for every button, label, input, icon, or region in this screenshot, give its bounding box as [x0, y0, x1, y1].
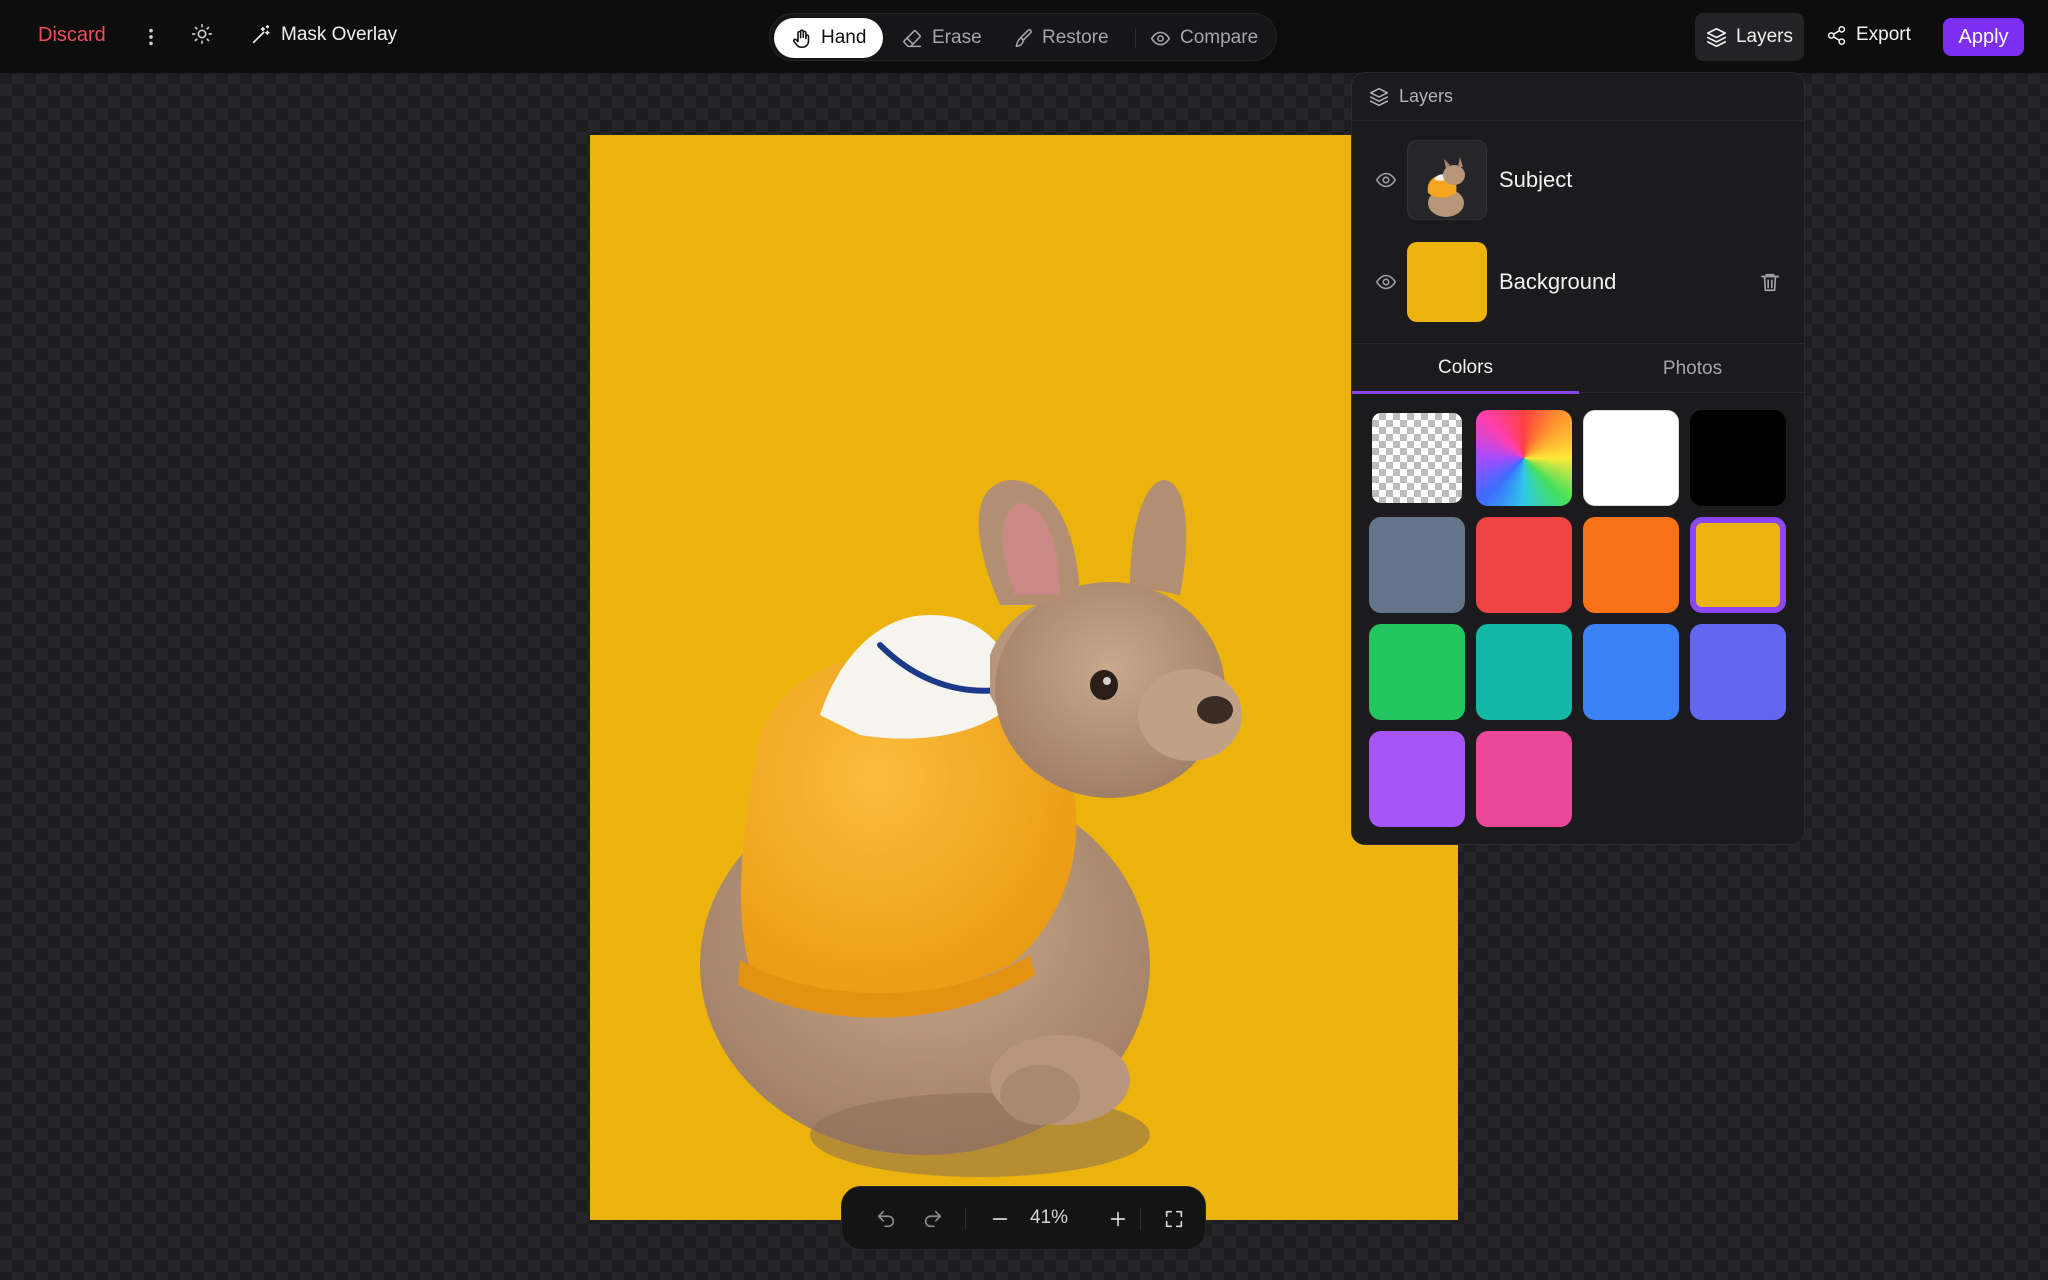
background-visibility-toggle[interactable]	[1375, 271, 1397, 293]
zoom-in-button[interactable]	[1104, 1205, 1132, 1233]
eraser-icon	[903, 29, 922, 47]
eye-icon	[1376, 172, 1396, 188]
background-thumbnail	[1407, 242, 1487, 322]
layer-row-subject[interactable]: Subject	[1352, 140, 1804, 220]
swatch-rainbow[interactable]	[1476, 410, 1572, 506]
swatch-slate[interactable]	[1369, 517, 1465, 613]
export-button[interactable]: Export	[1826, 24, 1911, 46]
swatch-green[interactable]	[1369, 624, 1465, 720]
mode-divider	[1135, 28, 1136, 48]
tab-photos-label: Photos	[1662, 358, 1723, 379]
swatch-blue[interactable]	[1583, 624, 1679, 720]
swatch-orange[interactable]	[1583, 517, 1679, 613]
compare-mode-label: Compare	[1180, 27, 1259, 48]
swatch-black[interactable]	[1690, 410, 1786, 506]
compare-mode-button[interactable]: Compare	[1150, 18, 1258, 58]
eye-icon	[1376, 274, 1396, 290]
zoom-divider	[965, 1208, 966, 1230]
discard-button[interactable]: Discard	[38, 24, 106, 47]
tab-colors-label: Colors	[1438, 356, 1493, 378]
apply-label: Apply	[1958, 25, 2009, 48]
layers-icon	[1369, 87, 1389, 106]
hand-mode-button[interactable]: Hand	[774, 18, 884, 58]
subject-thumbnail	[1407, 140, 1487, 220]
minus-icon	[992, 1218, 1008, 1220]
erase-mode-button[interactable]: Erase	[902, 18, 982, 58]
layer-name-background: Background	[1499, 269, 1617, 294]
swatch-purple[interactable]	[1369, 731, 1465, 827]
fit-screen-button[interactable]	[1160, 1205, 1188, 1233]
tool-mode-switcher: Hand Erase Restore Compare	[769, 13, 1277, 61]
apply-button[interactable]: Apply	[1943, 18, 2024, 56]
layers-icon	[1706, 27, 1727, 47]
hand-mode-label: Hand	[821, 27, 867, 48]
hand-icon	[793, 28, 810, 48]
background-source-tabs: Colors Photos	[1352, 343, 1804, 394]
magic-wand-icon	[252, 25, 270, 44]
export-label: Export	[1856, 24, 1911, 45]
layers-panel-title: Layers	[1399, 86, 1454, 106]
more-vertical-icon	[149, 28, 153, 46]
restore-mode-label: Restore	[1042, 27, 1109, 48]
undo-button[interactable]	[872, 1205, 900, 1233]
subject-dog-image	[700, 480, 1242, 1177]
swatch-pink[interactable]	[1476, 731, 1572, 827]
layer-name-subject: Subject	[1499, 167, 1573, 192]
share-icon	[1827, 25, 1846, 45]
zoom-out-button[interactable]	[986, 1205, 1014, 1233]
brush-icon	[1015, 28, 1032, 47]
layer-row-background[interactable]: Background	[1352, 242, 1804, 322]
restore-mode-button[interactable]: Restore	[1012, 18, 1109, 58]
editor-canvas[interactable]	[590, 135, 1458, 1220]
zoom-divider	[1140, 1208, 1141, 1230]
trash-icon	[1760, 273, 1780, 292]
swatch-teal[interactable]	[1476, 624, 1572, 720]
swatch-white[interactable]	[1583, 410, 1679, 506]
top-toolbar: Discard Mask Overlay Hand Erase Restore …	[0, 0, 2048, 74]
mask-overlay-button[interactable]: Mask Overlay	[250, 24, 397, 46]
subject-visibility-toggle[interactable]	[1375, 169, 1397, 191]
redo-button[interactable]	[919, 1205, 947, 1233]
plus-icon	[1110, 1211, 1126, 1227]
zoom-toolbar: 41%	[841, 1186, 1206, 1250]
swatch-transparent[interactable]	[1369, 410, 1465, 506]
tab-colors[interactable]: Colors	[1352, 344, 1579, 394]
swatch-indigo[interactable]	[1690, 624, 1786, 720]
more-options-button[interactable]	[139, 20, 163, 54]
layers-toggle-button[interactable]: Layers	[1695, 13, 1804, 61]
layers-button-label: Layers	[1735, 26, 1794, 47]
discard-label: Discard	[38, 24, 106, 46]
subject-thumbnail-image	[1427, 157, 1465, 217]
swatch-amber[interactable]	[1690, 517, 1786, 613]
mask-overlay-label: Mask Overlay	[281, 24, 398, 45]
layers-panel: Layers Subject Background Colors Photos	[1351, 72, 1805, 845]
swatch-red[interactable]	[1476, 517, 1572, 613]
undo-icon	[877, 1210, 895, 1228]
fullscreen-icon	[1165, 1210, 1183, 1228]
erase-mode-label: Erase	[932, 27, 982, 48]
sun-icon	[192, 24, 212, 44]
layers-panel-header: Layers	[1352, 73, 1804, 121]
redo-icon	[924, 1210, 942, 1228]
eye-icon	[1150, 31, 1171, 45]
tab-photos[interactable]: Photos	[1579, 344, 1804, 394]
delete-background-button[interactable]	[1759, 271, 1781, 293]
brightness-toggle-button[interactable]	[191, 23, 213, 45]
zoom-level: 41%	[1029, 1207, 1069, 1228]
